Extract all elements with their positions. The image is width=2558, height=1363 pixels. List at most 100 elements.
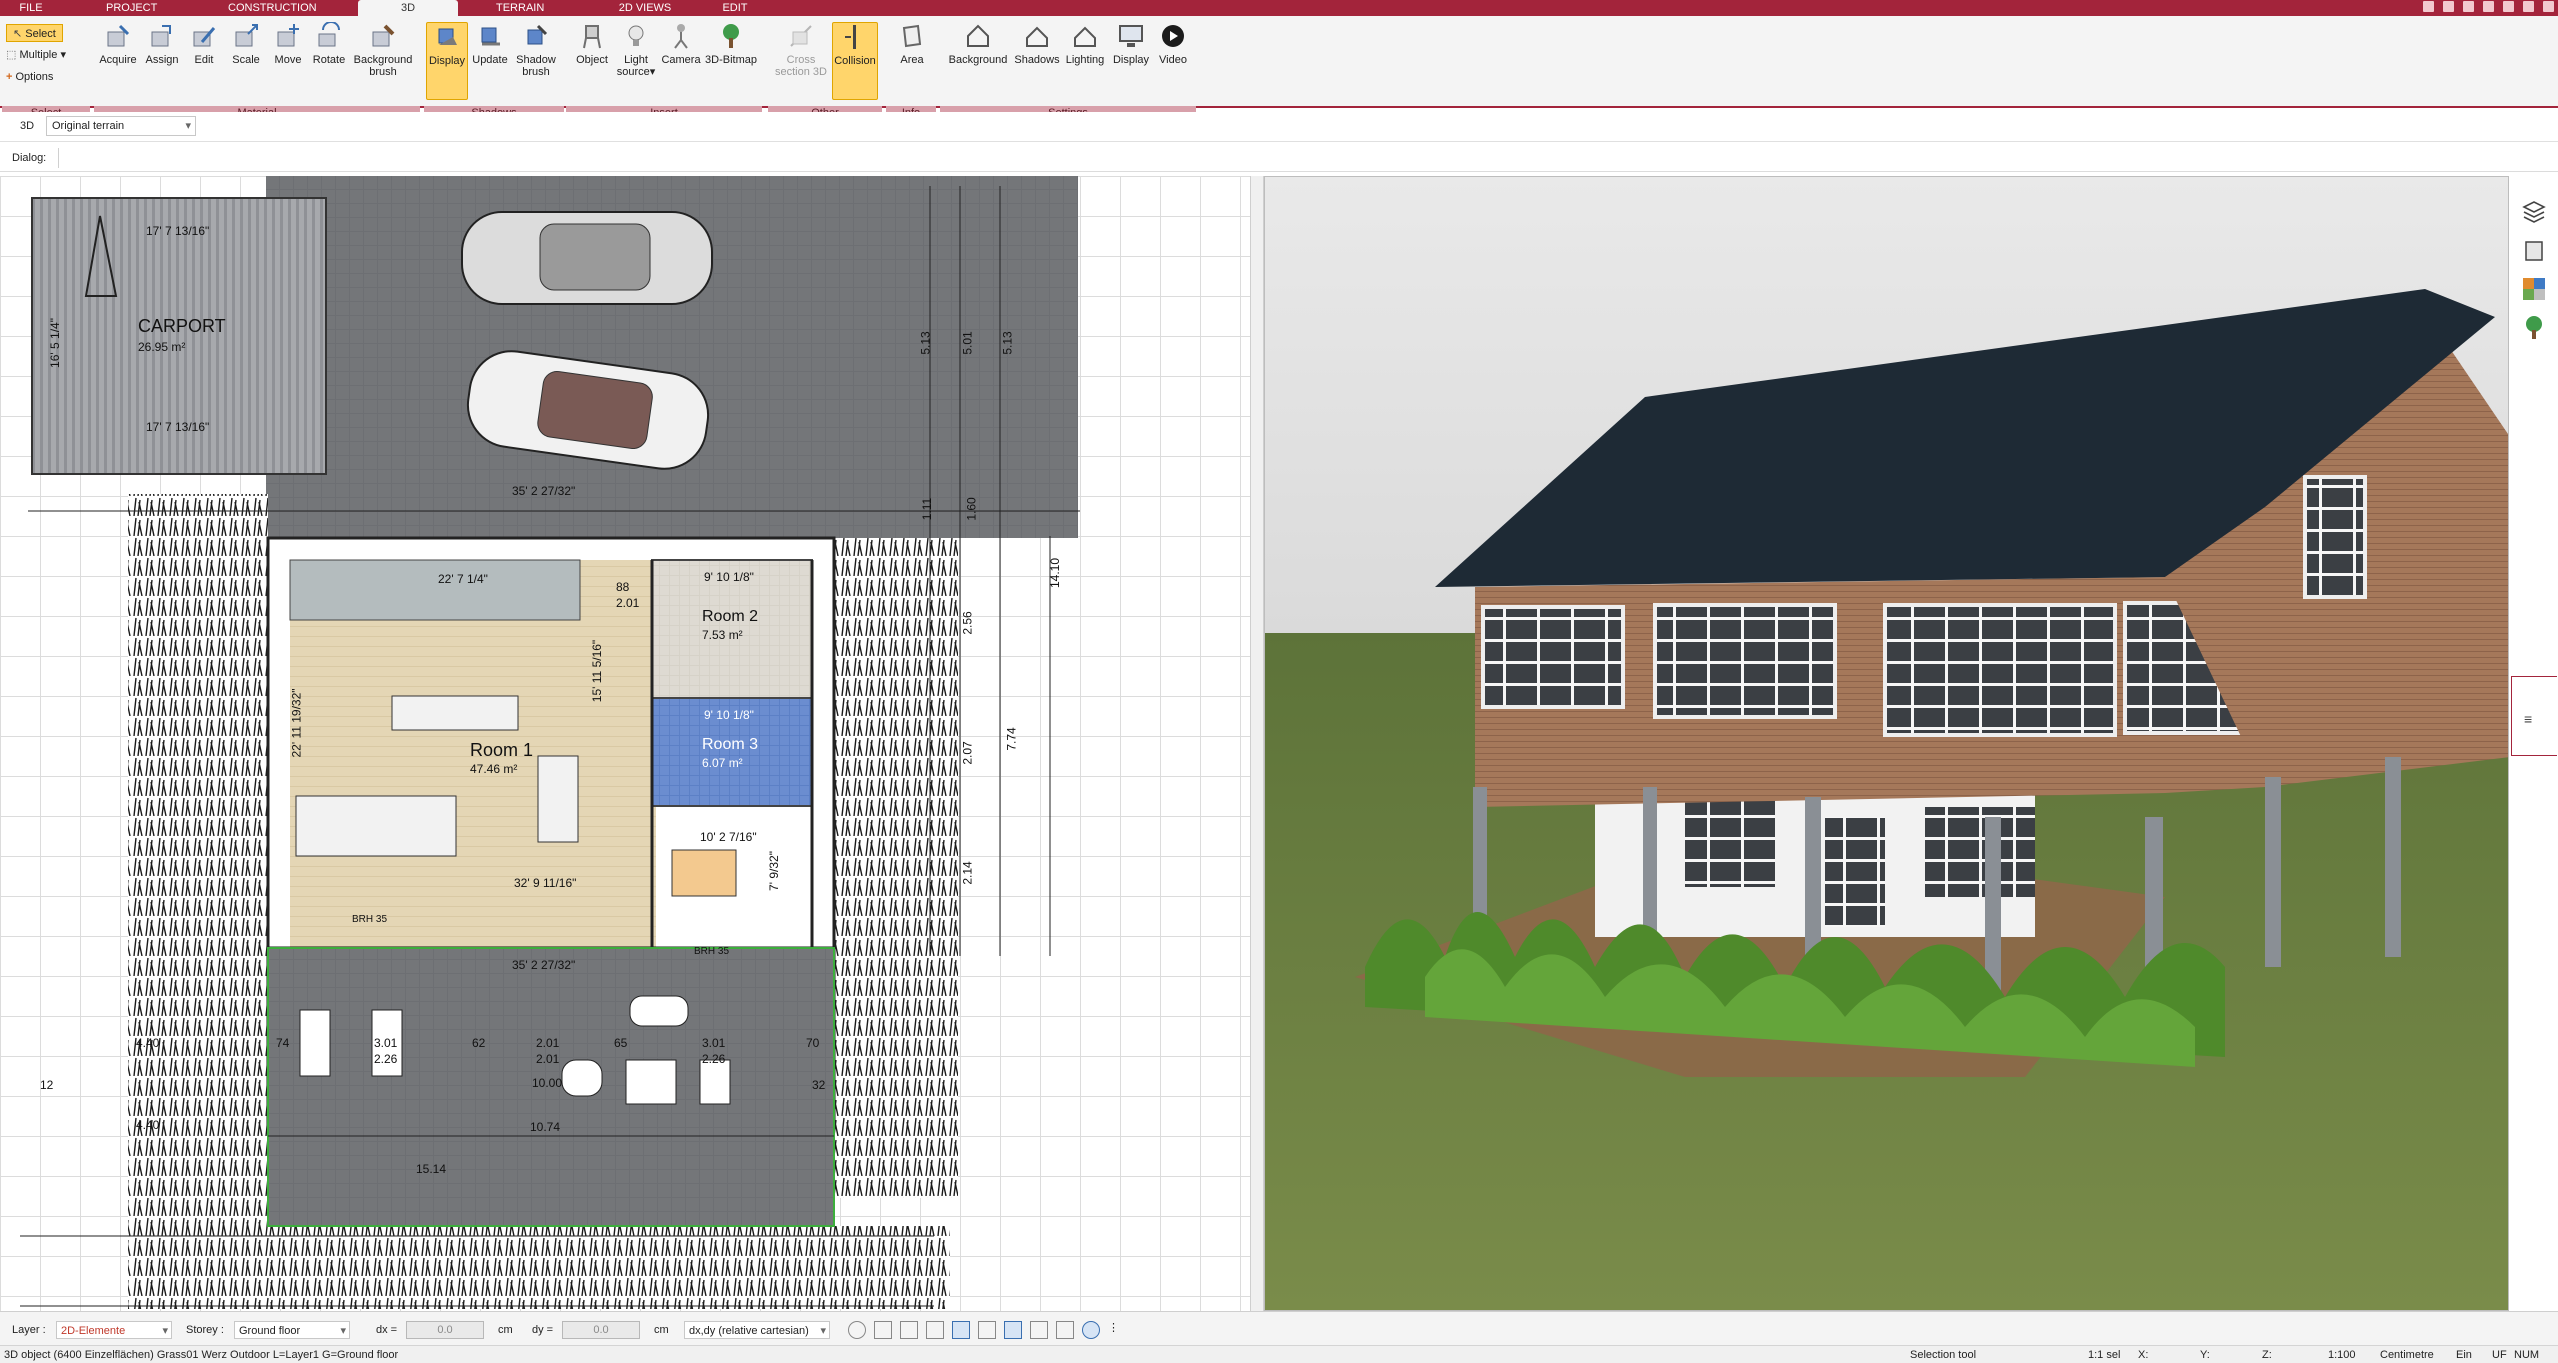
settings-icon[interactable]: [2463, 1, 2474, 12]
menu-tab-file[interactable]: FILE: [6, 0, 56, 16]
dy-input[interactable]: 0.0: [562, 1321, 640, 1339]
collision-button[interactable]: Collision: [832, 22, 878, 100]
light-source-button[interactable]: Light source▾: [614, 22, 658, 100]
chevron-down-icon: ▾: [185, 120, 191, 132]
minimize-icon[interactable]: [2503, 1, 2514, 12]
3d-bitmap-button[interactable]: 3D-Bitmap: [704, 22, 758, 100]
menu-tab-construction[interactable]: CONSTRUCTION: [222, 0, 322, 16]
right-dim-0: 5.13: [918, 331, 933, 355]
dy-unit: cm: [654, 1324, 669, 1336]
acquire-button[interactable]: Acquire: [96, 22, 140, 100]
snap-ortho-icon[interactable]: [978, 1321, 996, 1339]
chevron-down-icon: ▾: [820, 1325, 826, 1337]
chevron-down-icon: ▾: [340, 1325, 346, 1337]
grid-icon[interactable]: [1056, 1321, 1074, 1339]
cross-section-3d-button[interactable]: Cross section 3D: [772, 22, 830, 100]
terrace-num-5: 65: [614, 1036, 628, 1050]
more-icon[interactable]: ⋮: [1108, 1321, 1119, 1339]
plant-icon[interactable]: [2521, 314, 2547, 340]
restore-icon[interactable]: [2483, 1, 2494, 12]
shadow-brush-button[interactable]: Shadow brush: [512, 22, 560, 100]
terrace-num-13: 10.74: [530, 1120, 561, 1134]
dy-label: dy =: [532, 1324, 554, 1336]
move-button[interactable]: Move: [268, 22, 308, 100]
settings-lighting-button[interactable]: Lighting: [1062, 22, 1108, 100]
3d-viewport[interactable]: [1264, 176, 2509, 1311]
materials-icon[interactable]: [2521, 276, 2547, 302]
insert-object-button[interactable]: Object: [570, 22, 614, 100]
settings-video-button[interactable]: Video: [1154, 22, 1192, 100]
north-icon[interactable]: [1082, 1321, 1100, 1339]
shadow-brush-icon: [527, 24, 548, 45]
dim-kitchen-vertical: 7' 9/32": [766, 851, 781, 891]
carport-dim-top: 17' 7 13/16": [146, 224, 210, 238]
floor-plan-view[interactable]: CARPORT 26.95 m² 17' 7 13/16" 17' 7 13/1…: [0, 176, 1250, 1311]
snap-active-icon[interactable]: [1004, 1321, 1022, 1339]
storey-dropdown[interactable]: Ground floor ▾: [234, 1321, 350, 1339]
chair-icon: [583, 25, 601, 49]
menu-tab-3d[interactable]: 3D: [358, 0, 458, 16]
multiple-dropdown[interactable]: ⬚ Multiple ▾: [6, 46, 66, 64]
layers-icon[interactable]: [2521, 198, 2547, 224]
close-icon[interactable]: [2543, 1, 2554, 12]
menu-tab-2d-views[interactable]: 2D VIEWS: [610, 0, 680, 16]
status-x: X:: [2138, 1349, 2149, 1361]
status-y: Y:: [2200, 1349, 2210, 1361]
select-button[interactable]: ↖ Select: [6, 24, 63, 42]
camera-button[interactable]: Camera: [658, 22, 704, 100]
snap-angle-icon[interactable]: [952, 1321, 970, 1339]
right-dim-9: 1.11: [920, 497, 935, 521]
terrace-num-7: 70: [806, 1036, 820, 1050]
menu-tab-terrain[interactable]: TERRAIN: [490, 0, 550, 16]
status-tool: Selection tool: [1910, 1349, 1977, 1361]
menu-bar: FILE PROJECT CONSTRUCTION 3D TERRAIN 2D …: [0, 0, 2558, 16]
maximize-icon[interactable]: [2523, 1, 2534, 12]
snap-hatch-icon[interactable]: [1030, 1321, 1048, 1339]
panel-toggle-tab[interactable]: ≡: [2511, 676, 2557, 756]
area-button[interactable]: Area: [890, 22, 934, 100]
tools-icon[interactable]: [2423, 1, 2434, 12]
coord-mode-dropdown[interactable]: dx,dy (relative cartesian) ▾: [684, 1321, 830, 1339]
help-icon[interactable]: [2443, 1, 2454, 12]
update-icon: [481, 27, 500, 46]
status-uf: UF: [2492, 1349, 2507, 1361]
lightbulb-icon: [628, 25, 644, 46]
shadow-display-button[interactable]: Display: [426, 22, 468, 100]
settings-shadows-button[interactable]: Shadows: [1012, 22, 1062, 100]
terrain-dropdown[interactable]: Original terrain ▾: [46, 116, 196, 136]
shadow-update-button[interactable]: Update: [468, 22, 512, 100]
settings-display-button[interactable]: Display: [1108, 22, 1154, 100]
snap-points-icon[interactable]: [900, 1321, 918, 1339]
menu-tab-edit[interactable]: EDIT: [710, 0, 760, 16]
settings-background-button[interactable]: Background: [944, 22, 1012, 100]
layer-dropdown[interactable]: 2D-Elemente ▾: [56, 1321, 172, 1339]
room2-area: 7.53 m²: [702, 628, 743, 642]
scale-button[interactable]: Scale: [226, 22, 266, 100]
assign-button[interactable]: Assign: [140, 22, 184, 100]
pane-splitter[interactable]: [1250, 176, 1264, 1311]
dx-input[interactable]: 0.0: [406, 1321, 484, 1339]
snap-grid-icon[interactable]: [874, 1321, 892, 1339]
status-message: 3D object (6400 Einzelflächen) Grass01 W…: [4, 1349, 399, 1361]
dim-room2-top: 9' 10 1/8": [704, 570, 754, 584]
rotate-button[interactable]: Rotate: [308, 22, 350, 100]
room3-label: Room 3: [702, 736, 759, 753]
background-brush-button[interactable]: Background brush: [350, 22, 416, 100]
furniture-icon[interactable]: [2521, 238, 2547, 264]
shadow-display-icon: [438, 28, 457, 45]
snap-lines-icon[interactable]: [926, 1321, 944, 1339]
dim-room3-top: 9' 10 1/8": [704, 708, 754, 722]
right-dim-2: 5.13: [1000, 331, 1015, 355]
car-1: [461, 211, 713, 305]
dx-label: dx =: [376, 1324, 398, 1336]
menu-tab-project[interactable]: PROJECT: [100, 0, 158, 16]
cursor-icon: ↖: [13, 28, 23, 40]
kitchen-counter: [295, 795, 457, 857]
options-button[interactable]: + Options: [6, 68, 53, 86]
right-dim-1: 5.01: [960, 331, 975, 355]
edit-material-button[interactable]: Edit: [184, 22, 224, 100]
input-bar: Layer : 2D-Elemente ▾ Storey : Ground fl…: [0, 1311, 2558, 1345]
dim-terrace-top: 35' 2 27/32": [512, 958, 576, 972]
clock-icon[interactable]: [848, 1321, 866, 1339]
chevron-down-icon: ▾: [60, 49, 66, 61]
